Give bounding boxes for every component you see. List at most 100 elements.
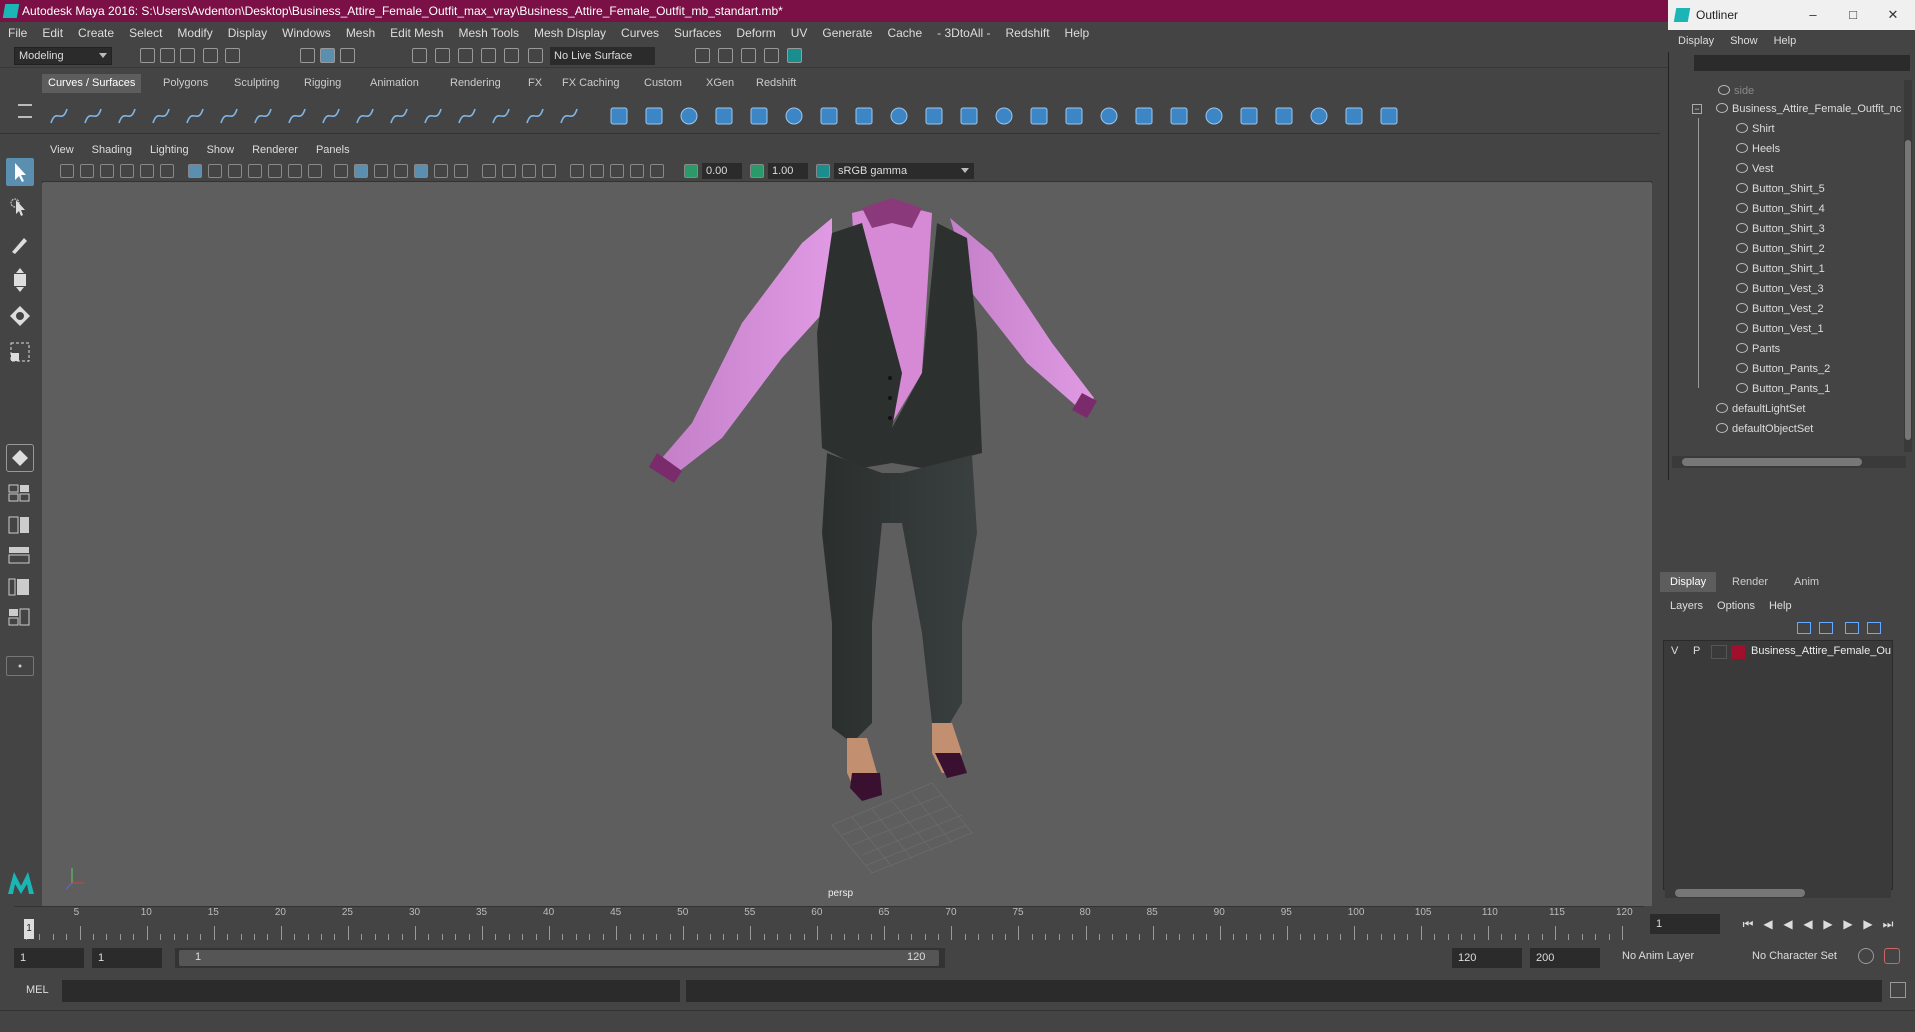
step-forward-key-icon[interactable]: ▶	[1840, 916, 1856, 932]
more-layouts-icon[interactable]	[6, 656, 34, 676]
menu-17[interactable]: - 3DtoAll -	[937, 26, 990, 40]
layer-color-swatch[interactable]	[1731, 645, 1745, 659]
menu-3[interactable]: Select	[129, 26, 162, 40]
outliner-item-mesh[interactable]: Button_Shirt_1	[1736, 260, 1825, 278]
outliner-item-mesh[interactable]: Button_Vest_2	[1736, 300, 1824, 318]
rotate-tool-icon[interactable]	[6, 302, 34, 330]
default-material-icon[interactable]	[374, 164, 388, 178]
undo-icon[interactable]	[203, 48, 218, 63]
custom-layout-icon[interactable]	[6, 606, 34, 628]
cv-curve-icon[interactable]	[116, 105, 138, 127]
viewport-menu-2[interactable]: Lighting	[150, 144, 189, 156]
render-frame-icon[interactable]	[695, 48, 710, 63]
detach-surface-icon[interactable]	[1203, 105, 1225, 127]
menu-7[interactable]: Mesh	[346, 26, 375, 40]
range-slider-handle[interactable]: 1 120	[179, 950, 939, 966]
viewport-menu-4[interactable]: Renderer	[252, 144, 298, 156]
film-gate-icon[interactable]	[208, 164, 222, 178]
fillet-curve-icon[interactable]	[354, 105, 376, 127]
go-to-start-icon[interactable]: ⏮	[1740, 916, 1756, 932]
layer-menu-1[interactable]: Options	[1717, 600, 1755, 612]
pencil-curve-icon[interactable]	[184, 105, 206, 127]
menu-16[interactable]: Cache	[887, 26, 922, 40]
safe-title-icon[interactable]	[308, 164, 322, 178]
surface-fillet-icon[interactable]	[1378, 105, 1400, 127]
outliner-item-mesh[interactable]: Shirt	[1736, 120, 1775, 138]
rebuild-surface-icon[interactable]	[1308, 105, 1330, 127]
select-hierarchy-icon[interactable]	[300, 48, 315, 63]
attach-surface-icon[interactable]	[1168, 105, 1190, 127]
color-space-select[interactable]: sRGB gamma	[834, 163, 974, 179]
step-back-frame-icon[interactable]: ◀	[1760, 916, 1776, 932]
play-backwards-icon[interactable]: ◀	[1800, 916, 1816, 932]
snap-point-icon[interactable]	[458, 48, 473, 63]
menu-set-select[interactable]: Modeling	[14, 47, 112, 65]
menu-19[interactable]: Help	[1065, 26, 1090, 40]
new-layer-icon[interactable]	[1845, 622, 1859, 634]
arc-curve-icon[interactable]	[252, 105, 274, 127]
outliner-item-mesh[interactable]: Button_Pants_1	[1736, 380, 1830, 398]
viewport-menu-1[interactable]: Shading	[92, 144, 132, 156]
open-scene-icon[interactable]	[160, 48, 175, 63]
shadows-icon[interactable]	[482, 164, 496, 178]
go-to-end-icon[interactable]: ⏭	[1880, 916, 1896, 932]
project-curve-icon[interactable]	[558, 105, 580, 127]
outliner-item-set[interactable]: defaultLightSet	[1716, 400, 1805, 418]
outliner-menu-1[interactable]: Show	[1730, 35, 1758, 47]
dolly-icon[interactable]	[610, 164, 624, 178]
current-time-marker[interactable]: 1	[24, 919, 34, 939]
shelf-tab-5[interactable]: Rendering	[444, 74, 507, 93]
ipr-render-icon[interactable]	[718, 48, 733, 63]
outliner-item-mesh[interactable]: Button_Shirt_3	[1736, 220, 1825, 238]
layer-tab-2[interactable]: Anim	[1784, 572, 1829, 592]
save-scene-icon[interactable]	[180, 48, 195, 63]
animation-end-field[interactable]: 200	[1530, 948, 1600, 968]
render-settings-icon[interactable]	[741, 48, 756, 63]
bookmark-icon[interactable]	[100, 164, 114, 178]
snap-grid-icon[interactable]	[412, 48, 427, 63]
circle-curve-icon[interactable]	[48, 105, 70, 127]
extend-curve-icon[interactable]	[422, 105, 444, 127]
layer-visibility-toggle[interactable]: V	[1671, 645, 1678, 657]
3d-scene[interactable]	[42, 183, 1652, 906]
auto-key-icon[interactable]	[1858, 948, 1874, 964]
script-editor-icon[interactable]	[1890, 982, 1906, 998]
resolution-gate-icon[interactable]	[228, 164, 242, 178]
step-back-key-icon[interactable]: ◀	[1780, 916, 1796, 932]
collapse-icon[interactable]: −	[1692, 104, 1702, 114]
live-surface-field[interactable]: No Live Surface	[550, 47, 655, 65]
layer-tab-1[interactable]: Render	[1722, 572, 1778, 592]
select-tool-icon[interactable]	[6, 158, 34, 186]
2d-pan-zoom-icon[interactable]	[140, 164, 154, 178]
menu-2[interactable]: Create	[78, 26, 114, 40]
smooth-shade-icon[interactable]	[354, 164, 368, 178]
revolve-icon[interactable]	[818, 105, 840, 127]
outliner-item-mesh[interactable]: Heels	[1736, 140, 1780, 158]
ep-curve-icon[interactable]	[150, 105, 172, 127]
offset-curve-icon[interactable]	[456, 105, 478, 127]
menu-1[interactable]: Edit	[42, 26, 63, 40]
single-pane-layout-icon[interactable]	[6, 482, 34, 504]
character-set-select[interactable]: No Character Set	[1752, 950, 1837, 962]
soft-select-icon[interactable]	[6, 444, 34, 472]
layer-horizontal-scrollbar[interactable]	[1665, 888, 1891, 898]
stitch-icon[interactable]	[1273, 105, 1295, 127]
color-management-icon[interactable]	[816, 164, 830, 178]
shelf-tab-9[interactable]: XGen	[700, 74, 740, 93]
viewport-menu-5[interactable]: Panels	[316, 144, 350, 156]
snap-curve-icon[interactable]	[435, 48, 450, 63]
bevel-icon[interactable]	[1028, 105, 1050, 127]
viewport-menu-3[interactable]: Show	[207, 144, 235, 156]
trim-curve-icon[interactable]	[524, 105, 546, 127]
shelf-tab-3[interactable]: Rigging	[298, 74, 347, 93]
sphere-icon[interactable]	[608, 105, 630, 127]
align-surface-icon[interactable]	[1238, 105, 1260, 127]
outliner-layout-icon[interactable]	[6, 544, 34, 566]
scale-tool-icon[interactable]	[6, 338, 34, 366]
image-plane-icon[interactable]	[120, 164, 134, 178]
cut-curve-icon[interactable]	[490, 105, 512, 127]
safe-action-icon[interactable]	[288, 164, 302, 178]
snap-live-icon[interactable]	[528, 48, 543, 63]
track-icon[interactable]	[650, 164, 664, 178]
shelf-menu-icon[interactable]	[18, 104, 32, 118]
